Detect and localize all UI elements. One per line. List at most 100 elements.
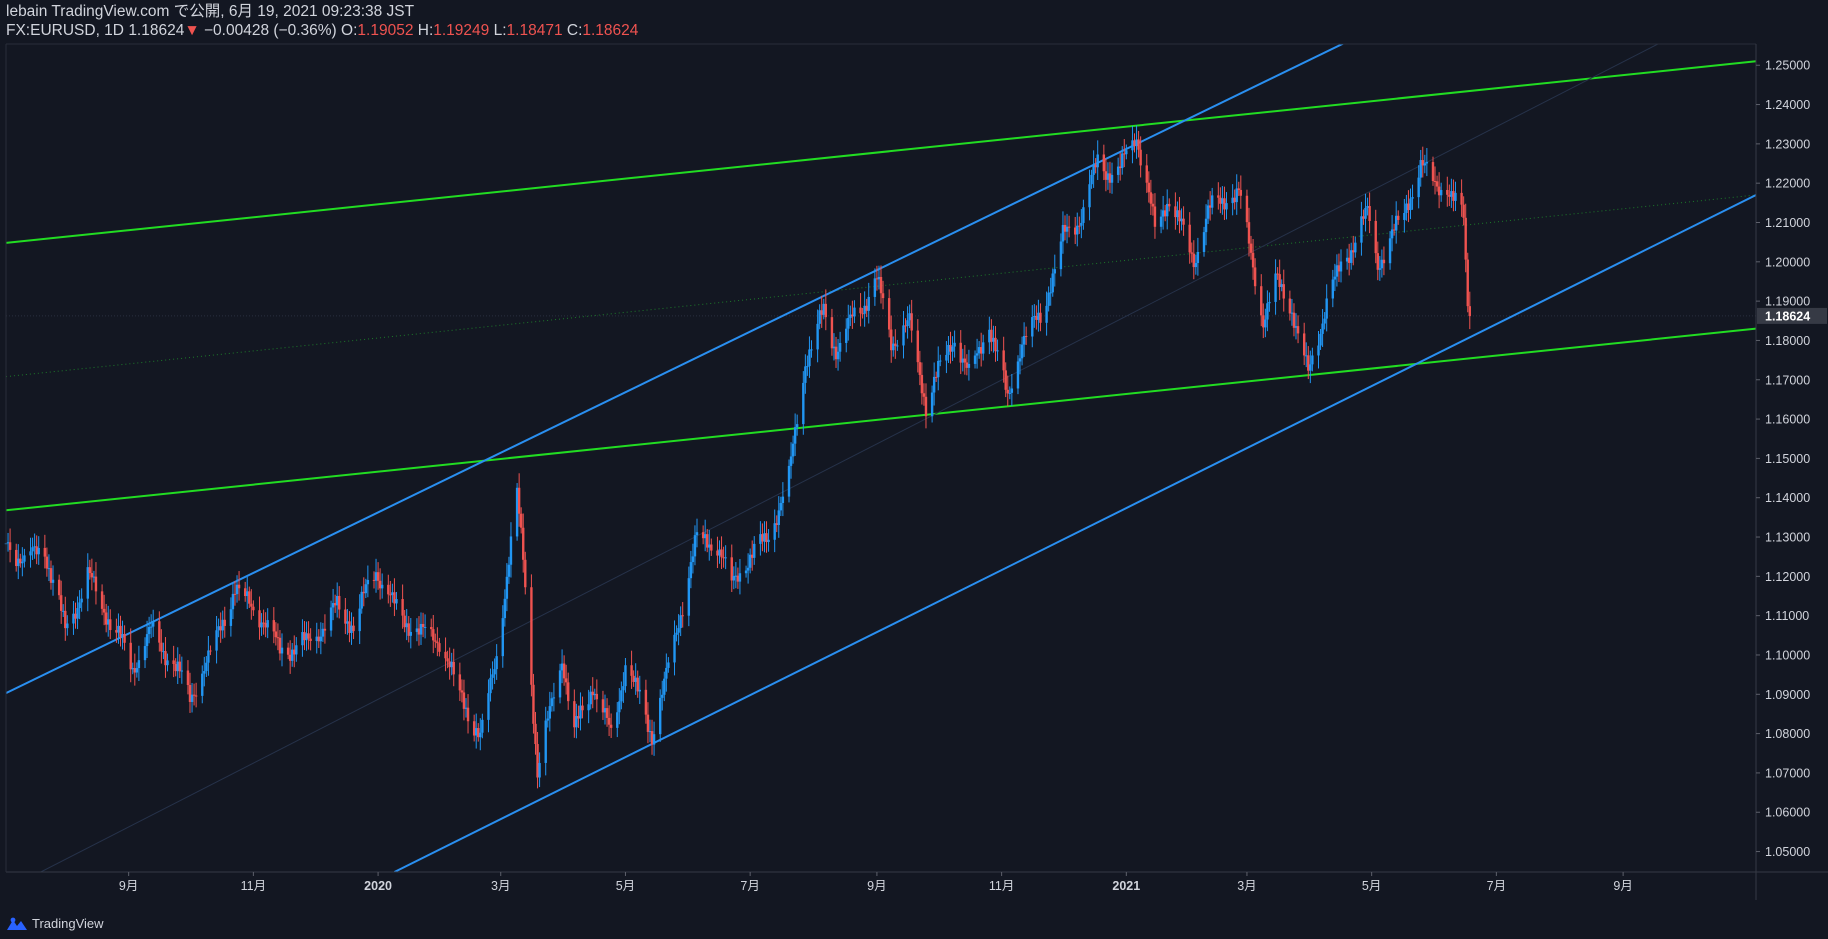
candle-body	[1380, 259, 1384, 269]
candle-body	[1237, 188, 1240, 190]
open-label: O:	[341, 22, 358, 39]
candle-body	[286, 647, 290, 655]
candle-body	[1137, 139, 1140, 150]
candle-body	[1319, 333, 1322, 346]
candle-body	[1366, 206, 1369, 208]
candle-body	[1454, 192, 1457, 201]
symbol-label[interactable]: FX:EURUSD, 1D	[6, 22, 124, 39]
candle-body	[538, 762, 541, 778]
candle-body	[851, 314, 854, 317]
candle-body	[276, 637, 280, 639]
candle-body	[648, 731, 652, 733]
time-tick-label: 7月	[740, 879, 759, 893]
candle-body	[288, 654, 292, 661]
candle-body	[309, 638, 312, 641]
candle-body	[1217, 195, 1220, 198]
time-tick-label: 5月	[616, 879, 635, 893]
candle-body	[975, 353, 979, 356]
candle-body	[1362, 216, 1365, 219]
candle-body	[703, 534, 707, 539]
candle-body	[264, 623, 267, 628]
candle-body	[953, 342, 956, 347]
candle-body	[301, 632, 304, 646]
candle-body	[88, 567, 92, 574]
candle-body	[632, 675, 635, 682]
candle-body	[135, 668, 139, 673]
candle-body	[517, 487, 521, 514]
candle-body	[945, 354, 948, 361]
candle-body	[274, 631, 278, 638]
candle-body	[33, 546, 36, 548]
candle-body	[1394, 215, 1398, 231]
candle-body	[1180, 218, 1183, 222]
candle-body	[258, 610, 261, 628]
candle-body	[834, 346, 838, 360]
down-arrow-icon: ▼	[184, 22, 200, 39]
candle-body	[720, 549, 723, 558]
candle-body	[618, 701, 621, 713]
candle-body	[1149, 192, 1153, 204]
candle-body	[147, 627, 151, 635]
candle-body	[646, 714, 650, 732]
candle-body	[708, 544, 711, 548]
candle-body	[203, 671, 206, 674]
candle-body	[1264, 319, 1267, 328]
candle-body	[1325, 298, 1328, 319]
candle-body	[564, 678, 568, 683]
candle-body	[1022, 336, 1026, 345]
candle-body	[859, 307, 862, 314]
candle-body	[1274, 273, 1277, 302]
candle-body	[64, 610, 67, 629]
candle-body	[751, 554, 754, 558]
candle-body	[166, 660, 169, 666]
footer-brand[interactable]: TradingView	[6, 916, 104, 931]
candle-body	[1425, 162, 1429, 164]
candle-body	[781, 496, 785, 503]
candle-body	[1145, 165, 1148, 183]
candle-body	[787, 465, 791, 497]
candle-body	[104, 612, 108, 625]
candle-body	[1082, 207, 1085, 223]
price-chart[interactable]: 1.05000 1.06000 1.07000 1.08000 1.09000 1.100…	[0, 0, 1828, 939]
candle-body	[890, 329, 893, 351]
candle-body	[1096, 154, 1099, 168]
candle-body	[109, 619, 112, 631]
candle-body	[1345, 257, 1349, 262]
candle-body	[1045, 305, 1048, 323]
candle-body	[1049, 292, 1052, 294]
price-tick-label: 1.24000	[1765, 98, 1810, 112]
candle-body	[1033, 316, 1036, 318]
brand-name: TradingView	[32, 916, 104, 931]
candle-body	[967, 363, 971, 368]
candle-body	[1247, 222, 1251, 244]
candle-body	[405, 623, 408, 628]
candle-body	[172, 660, 175, 665]
price-tick-label: 1.14000	[1765, 491, 1810, 505]
candle-body	[317, 636, 320, 642]
candle-body	[791, 443, 795, 457]
last-price-label: 1.18624	[1757, 307, 1827, 324]
candle-body	[507, 564, 511, 577]
candle-body	[421, 623, 425, 628]
candle-body	[1047, 292, 1050, 306]
price-tick-label: 1.11000	[1765, 609, 1809, 623]
candle-body	[652, 734, 656, 745]
candle-body	[1446, 189, 1449, 195]
candle-body	[505, 576, 509, 599]
candle-body	[896, 345, 899, 347]
candle-body	[243, 588, 247, 597]
candle-body	[906, 320, 909, 327]
price-axis[interactable]: 1.05000 1.06000 1.07000 1.08000 1.09000 1.100…	[1756, 59, 1810, 859]
candle-body	[577, 716, 580, 719]
candle-body	[1323, 318, 1326, 324]
candle-body	[1464, 217, 1467, 260]
candle-body	[364, 584, 368, 594]
candle-body	[1388, 238, 1392, 264]
candle-body	[675, 632, 678, 635]
candle-body	[178, 661, 181, 672]
candle-body	[1307, 355, 1310, 371]
candle-body	[237, 584, 241, 589]
candle-body	[151, 621, 155, 627]
candle-body	[1433, 180, 1437, 182]
candle-body	[201, 673, 204, 696]
